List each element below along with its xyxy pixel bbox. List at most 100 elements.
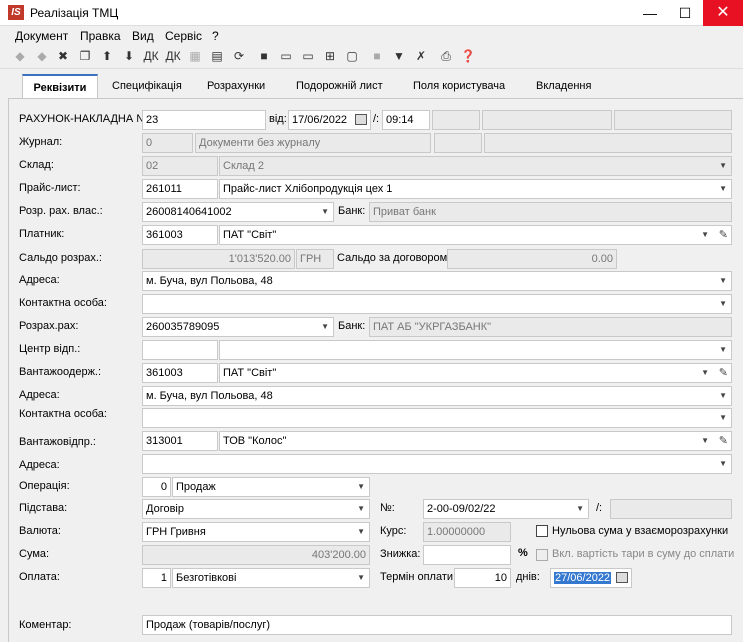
- date-field[interactable]: 17/06/2022: [288, 110, 371, 130]
- tab-user-fields[interactable]: Поля користувача: [405, 74, 513, 98]
- chevron-down-icon[interactable]: ▼: [357, 478, 365, 496]
- basis-number-field[interactable]: 2-00-09/02/22 ▼: [423, 499, 589, 519]
- zero-sum-checkbox[interactable]: [536, 525, 548, 537]
- tree-icon[interactable]: ⊞: [322, 48, 338, 64]
- pricelist-code-field[interactable]: 261011: [142, 179, 218, 199]
- printer-icon[interactable]: ⎙: [438, 48, 454, 64]
- chevron-down-icon[interactable]: ▼: [719, 409, 727, 427]
- address-value: м. Буча, вул Польова, 48: [146, 275, 273, 287]
- refresh-icon[interactable]: ⟳: [231, 48, 247, 64]
- consignee-address-field[interactable]: м. Буча, вул Польова, 48 ▼: [142, 386, 732, 406]
- calendar-icon[interactable]: [355, 114, 367, 125]
- chevron-down-icon[interactable]: ▼: [719, 180, 727, 198]
- own-account-field[interactable]: 26008140641002 ▼: [142, 202, 334, 222]
- export-icon[interactable]: ⬇: [121, 48, 137, 64]
- import-icon[interactable]: ⬆: [99, 48, 115, 64]
- contact2-field[interactable]: ▼: [142, 408, 732, 428]
- close-icon[interactable]: ✕: [703, 0, 743, 26]
- book2-icon[interactable]: ▭: [300, 48, 316, 64]
- menu-view[interactable]: Вид: [132, 29, 154, 43]
- chevron-down-icon[interactable]: ▼: [357, 569, 365, 587]
- account-label: Розрах.рах:: [19, 320, 79, 332]
- operation-code-field[interactable]: 0: [142, 477, 171, 497]
- menu-service[interactable]: Сервіс: [165, 29, 202, 43]
- consignee-name-field[interactable]: ПАТ "Світ" ▼ ✎: [219, 363, 732, 383]
- sign2-icon[interactable]: ДК: [165, 48, 181, 64]
- currency-value: ГРН Гривня: [146, 526, 206, 538]
- time-field[interactable]: 09:14: [382, 110, 430, 130]
- sign-icon[interactable]: ДК: [143, 48, 159, 64]
- print-preview-icon[interactable]: ▤: [209, 48, 225, 64]
- chevron-down-icon[interactable]: ▼: [719, 387, 727, 405]
- contact-field[interactable]: ▼: [142, 294, 732, 314]
- chevron-down-icon[interactable]: ▼: [719, 295, 727, 313]
- chevron-down-icon[interactable]: ▼: [701, 226, 709, 244]
- tab-calculations[interactable]: Розрахунки: [199, 74, 273, 98]
- center-code-field[interactable]: [142, 340, 218, 360]
- chevron-down-icon[interactable]: ▼: [576, 500, 584, 518]
- tab-specification[interactable]: Специфікація: [104, 74, 190, 98]
- chevron-down-icon[interactable]: ▼: [719, 272, 727, 290]
- payer-name-field[interactable]: ПАТ "Світ" ▼ ✎: [219, 225, 732, 245]
- chevron-down-icon[interactable]: ▼: [321, 318, 329, 336]
- address-field[interactable]: м. Буча, вул Польова, 48 ▼: [142, 271, 732, 291]
- operation-name-field[interactable]: Продаж ▼: [172, 477, 370, 497]
- copy-icon[interactable]: ❐: [77, 48, 93, 64]
- discount-field[interactable]: [423, 545, 511, 565]
- payment-name-field[interactable]: Безготівкові ▼: [172, 568, 370, 588]
- comment-field[interactable]: Продаж (товарів/послуг): [142, 615, 732, 635]
- pencil-icon[interactable]: ✎: [719, 226, 728, 244]
- consignee-code-field[interactable]: 361003: [142, 363, 218, 383]
- window-icon[interactable]: ▢: [344, 48, 360, 64]
- save-icon[interactable]: ■: [256, 48, 272, 64]
- basis-number-label: №:: [380, 502, 395, 514]
- pencil-icon[interactable]: ✎: [719, 432, 728, 450]
- bank-label: Банк:: [338, 205, 366, 217]
- menu-edit[interactable]: Правка: [80, 29, 121, 43]
- filter-icon[interactable]: ▼: [391, 48, 407, 64]
- book-icon[interactable]: ▭: [278, 48, 294, 64]
- chevron-down-icon[interactable]: ▼: [719, 341, 727, 359]
- payment-code-field[interactable]: 1: [142, 568, 171, 588]
- minimize-icon[interactable]: —: [633, 0, 667, 26]
- tab-waybill[interactable]: Подорожній лист: [288, 74, 391, 98]
- center-name-field[interactable]: ▼: [219, 340, 732, 360]
- maximize-icon[interactable]: ☐: [668, 0, 702, 26]
- chevron-down-icon[interactable]: ▼: [357, 500, 365, 518]
- chevron-down-icon[interactable]: ▼: [321, 203, 329, 221]
- chevron-down-icon[interactable]: ▼: [719, 455, 727, 473]
- menu-document[interactable]: Документ: [15, 29, 68, 43]
- calendar-icon[interactable]: [616, 572, 628, 583]
- chevron-down-icon[interactable]: ▼: [701, 364, 709, 382]
- basis-field[interactable]: Договір ▼: [142, 499, 370, 519]
- tab-requisites[interactable]: Реквізити: [22, 74, 98, 98]
- tab-attachments[interactable]: Вкладення: [528, 74, 599, 98]
- block-icon[interactable]: ■: [369, 48, 385, 64]
- pricelist-name-field[interactable]: Прайс-лист Хлібопродукція цех 1 ▼: [219, 179, 732, 199]
- chevron-down-icon[interactable]: ▼: [357, 523, 365, 541]
- currency-field[interactable]: ГРН Гривня ▼: [142, 522, 370, 542]
- clear-filter-icon[interactable]: ✗: [413, 48, 429, 64]
- chevron-down-icon[interactable]: ▼: [701, 432, 709, 450]
- payment-days-field[interactable]: 10: [454, 568, 511, 588]
- tare-checkbox[interactable]: [536, 549, 548, 561]
- address2-label: Адреса:: [19, 389, 60, 401]
- help-icon[interactable]: ❓: [460, 48, 476, 64]
- shipper-name-field[interactable]: ТОВ "Колос" ▼ ✎: [219, 431, 732, 451]
- shipper-code-field[interactable]: 313001: [142, 431, 218, 451]
- payer-code-field[interactable]: 361003: [142, 225, 218, 245]
- basis-label: Підстава:: [19, 502, 68, 514]
- add-icon[interactable]: ◆: [12, 48, 28, 64]
- invoice-number-field[interactable]: 23: [142, 110, 266, 130]
- basis-value: Договір: [146, 503, 184, 515]
- shipper-address-field[interactable]: ▼: [142, 454, 732, 474]
- edit-icon[interactable]: ◆: [34, 48, 50, 64]
- contact-label: Контактна особа:: [19, 297, 107, 309]
- delete-icon[interactable]: ✖: [55, 48, 71, 64]
- payment-date-field[interactable]: 27/06/2022: [550, 568, 632, 588]
- date-value: 17/06/2022: [292, 114, 348, 126]
- calc-icon[interactable]: ▦: [187, 48, 203, 64]
- pencil-icon[interactable]: ✎: [719, 364, 728, 382]
- account-field[interactable]: 260035789095 ▼: [142, 317, 334, 337]
- menu-help[interactable]: ?: [212, 29, 219, 43]
